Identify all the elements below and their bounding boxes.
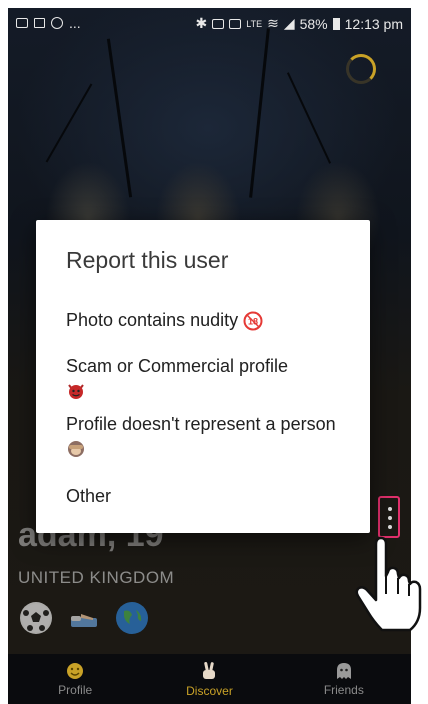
battery-icon [332, 17, 340, 30]
globe-icon [116, 602, 148, 634]
nav-profile-label: Profile [58, 682, 93, 697]
loading-spinner-icon [346, 54, 376, 84]
profile-country: UNITED KINGDOM [18, 568, 175, 587]
smiley-icon [67, 662, 84, 679]
report-option-not-person[interactable]: Profile doesn't represent a person [66, 412, 346, 460]
clock: 12:13 pm [344, 15, 403, 32]
battery-percent: 58% [299, 15, 328, 32]
wifi-icon: ≋ [267, 15, 279, 31]
report-user-dialog: Report this user Photo contains nudity 1… [36, 220, 370, 533]
status-bar: ... ✱ LTE ≋ ◢ 58% 12:13 pm [8, 8, 411, 38]
nfc-icon [212, 18, 225, 29]
pointer-hand-cursor [352, 536, 426, 636]
nav-friends[interactable]: Friends [277, 654, 411, 704]
more-options-button[interactable] [378, 496, 400, 538]
volte-icon: LTE [246, 18, 263, 29]
more-dot [388, 507, 392, 511]
soccer-ball-icon [20, 602, 52, 634]
signal-icon: ◢ [283, 15, 295, 31]
bottom-navigation: Profile Discover Friends [8, 654, 411, 704]
report-option-label: Scam or Commercial profile [66, 356, 289, 376]
18-plus-icon: 18 [243, 311, 263, 331]
more-dot [388, 516, 392, 520]
more-dot [388, 525, 392, 529]
nav-discover[interactable]: Discover [142, 654, 276, 704]
alarm-icon [229, 18, 242, 29]
report-option-nudity[interactable]: Photo contains nudity 18 [66, 308, 346, 332]
photo-notification-icon [16, 18, 28, 28]
nav-discover-label: Discover [186, 683, 233, 698]
report-option-label: Profile doesn't represent a person [66, 414, 336, 434]
report-option-scam[interactable]: Scam or Commercial profile [66, 354, 346, 402]
hand-cursor-icon [355, 536, 422, 632]
dialog-title: Report this user [66, 247, 229, 273]
sleeping-icon [68, 602, 100, 634]
more-notifications: ... [69, 15, 81, 31]
nav-friends-label: Friends [323, 682, 364, 697]
chat-notification-icon [51, 17, 63, 29]
devil-icon [68, 384, 84, 400]
message-notification-icon [34, 18, 45, 28]
report-option-label: Photo contains nudity [66, 310, 239, 330]
profile-interests [20, 602, 148, 634]
monkey-icon [68, 441, 84, 458]
report-option-other[interactable]: Other [66, 484, 346, 508]
report-option-label: Other [66, 486, 112, 506]
bluetooth-icon: ✱ [195, 15, 208, 31]
peace-hand-icon [203, 661, 216, 679]
nav-profile[interactable]: Profile [8, 654, 142, 704]
ghost-icon [336, 662, 351, 679]
